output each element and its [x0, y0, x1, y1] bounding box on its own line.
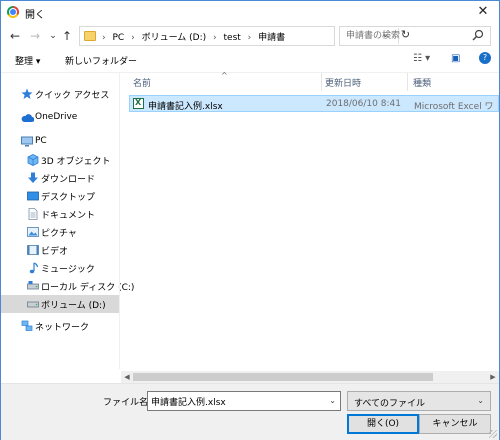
sidebar-item-label: クイック アクセス: [35, 91, 110, 101]
file-modified: 2018/06/10 8:41: [326, 99, 401, 109]
download-icon: [28, 172, 38, 183]
forward-button[interactable]: →: [27, 27, 43, 45]
pc-icon: [21, 136, 33, 147]
back-button[interactable]: ←: [7, 27, 23, 45]
filename-input[interactable]: [151, 394, 321, 408]
filetype-select[interactable]: すべてのファイル ⌄: [347, 391, 491, 411]
sidebar-item-music[interactable]: ミュージック: [1, 259, 119, 277]
breadcrumb-item-application[interactable]: 申請書: [258, 33, 285, 43]
chevron-down-icon: ⌄: [477, 396, 484, 405]
search-icon[interactable]: [472, 29, 484, 43]
drive-icon: [27, 281, 39, 290]
sidebar-item-videos[interactable]: ビデオ: [1, 241, 119, 259]
sidebar-item-local-disk-c[interactable]: ローカル ディスク (C:): [1, 277, 134, 295]
sidebar-item-label: ピクチャ: [41, 229, 77, 239]
organize-button[interactable]: 整理 ▾: [15, 54, 40, 67]
sidebar-item-quick-access[interactable]: クイック アクセス: [1, 85, 119, 103]
breadcrumb-separator: ›: [247, 33, 252, 43]
navigation-pane: クイック アクセス OneDrive PC 3D オブジェクト ダウンロード デ…: [1, 73, 134, 369]
chevron-down-icon[interactable]: ⌄: [329, 396, 336, 405]
sidebar-item-label: ビデオ: [41, 247, 69, 257]
help-button[interactable]: ?: [479, 52, 491, 64]
sidebar-item-volume-d[interactable]: ボリューム (D:): [1, 295, 119, 313]
view-options-button[interactable]: ☷ ▾: [413, 53, 430, 64]
sidebar-item-downloads[interactable]: ダウンロード: [1, 169, 119, 187]
sort-indicator-icon: ^: [221, 71, 228, 80]
new-folder-button[interactable]: 新しいフォルダー: [65, 54, 137, 67]
filename-combobox[interactable]: ⌄: [147, 391, 341, 411]
sidebar-item-label: ネットワーク: [35, 323, 90, 333]
file-type: Microsoft Excel ワ: [414, 102, 494, 112]
pane-divider[interactable]: [119, 73, 120, 369]
preview-pane-button[interactable]: ▣: [451, 53, 460, 64]
video-icon: [27, 245, 39, 255]
folder-icon: [84, 31, 96, 41]
document-icon: [28, 208, 38, 220]
star-icon: [21, 88, 33, 99]
open-file-dialog: 開く ✕ ← → ⌄ ↑ › PC › ボリューム (D:) › test › …: [0, 0, 500, 440]
sidebar-item-label: OneDrive: [35, 112, 78, 122]
breadcrumb-separator: ›: [102, 33, 106, 43]
window-title: 開く: [25, 10, 45, 21]
sidebar-item-pc[interactable]: PC: [1, 133, 119, 151]
cancel-button[interactable]: キャンセル: [419, 414, 491, 434]
title-bar: 開く ✕: [1, 1, 499, 23]
search-input[interactable]: [340, 27, 468, 45]
file-row[interactable]: 申請書記入例.xlsx 2018/06/10 8:41 Microsoft Ex…: [129, 95, 499, 112]
sidebar-item-documents[interactable]: ドキュメント: [1, 205, 119, 223]
breadcrumb-item-volume-d[interactable]: ボリューム (D:): [142, 33, 207, 43]
scroll-left-arrow-icon[interactable]: ◀: [121, 371, 133, 383]
column-header-name[interactable]: 名前: [133, 76, 151, 89]
sidebar-item-label: デスクトップ: [41, 193, 96, 203]
resize-grip[interactable]: [489, 430, 497, 438]
column-divider[interactable]: [321, 73, 322, 91]
network-icon: [21, 320, 33, 331]
sidebar-item-onedrive[interactable]: OneDrive: [1, 109, 119, 127]
breadcrumb-item-pc[interactable]: PC: [112, 33, 124, 43]
sidebar-item-desktop[interactable]: デスクトップ: [1, 187, 119, 205]
horizontal-scrollbar[interactable]: ◀ ▶: [121, 371, 499, 383]
sidebar-item-label: ドキュメント: [41, 211, 96, 221]
excel-file-icon: [133, 98, 144, 109]
up-button[interactable]: ↑: [59, 27, 75, 45]
cloud-icon: [21, 114, 34, 122]
filetype-value: すべてのファイル: [354, 399, 426, 409]
sidebar-item-label: ミュージック: [41, 265, 95, 275]
dialog-footer: ファイル名(N): ⌄ すべてのファイル ⌄ 開く(O) キャンセル: [1, 383, 499, 440]
column-divider[interactable]: [407, 73, 408, 91]
column-header-row: ^ 名前 更新日時 種類: [121, 71, 499, 91]
breadcrumb-item-test[interactable]: test: [224, 33, 241, 43]
sidebar-item-network[interactable]: ネットワーク: [1, 317, 119, 335]
desktop-icon: [27, 191, 39, 201]
navigation-bar: ← → ⌄ ↑ › PC › ボリューム (D:) › test › 申請書 ⌄…: [1, 23, 499, 49]
column-header-modified[interactable]: 更新日時: [325, 76, 361, 89]
command-bar: 整理 ▾ 新しいフォルダー ☷ ▾ ▣ ?: [1, 49, 499, 73]
file-list: ^ 名前 更新日時 種類 申請書記入例.xlsx 2018/06/10 8:41…: [121, 71, 499, 369]
chrome-icon: [7, 6, 19, 18]
sidebar-item-3d-objects[interactable]: 3D オブジェクト: [1, 151, 119, 169]
file-name: 申請書記入例.xlsx: [148, 102, 223, 112]
drive-icon: [27, 301, 39, 308]
close-button[interactable]: ✕: [473, 3, 493, 21]
scroll-right-arrow-icon[interactable]: ▶: [487, 371, 499, 383]
cube-icon: [27, 154, 39, 166]
sidebar-item-pictures[interactable]: ピクチャ: [1, 223, 119, 241]
open-button[interactable]: 開く(O): [347, 414, 419, 434]
breadcrumb: › PC › ボリューム (D:) › test › 申請書: [102, 30, 289, 43]
sidebar-item-label: 3D オブジェクト: [41, 157, 111, 167]
picture-icon: [27, 227, 39, 237]
breadcrumb-separator: ›: [213, 33, 217, 43]
sidebar-item-label: ボリューム (D:): [41, 301, 106, 311]
search-box: [339, 26, 491, 46]
sidebar-item-label: ダウンロード: [41, 175, 96, 185]
column-header-type[interactable]: 種類: [413, 76, 431, 89]
scrollbar-thumb[interactable]: [133, 373, 433, 381]
breadcrumb-separator: ›: [131, 33, 135, 43]
music-icon: [29, 262, 39, 274]
address-bar[interactable]: › PC › ボリューム (D:) › test › 申請書 ⌄ ↻: [79, 26, 410, 46]
sidebar-item-label: PC: [35, 136, 47, 146]
